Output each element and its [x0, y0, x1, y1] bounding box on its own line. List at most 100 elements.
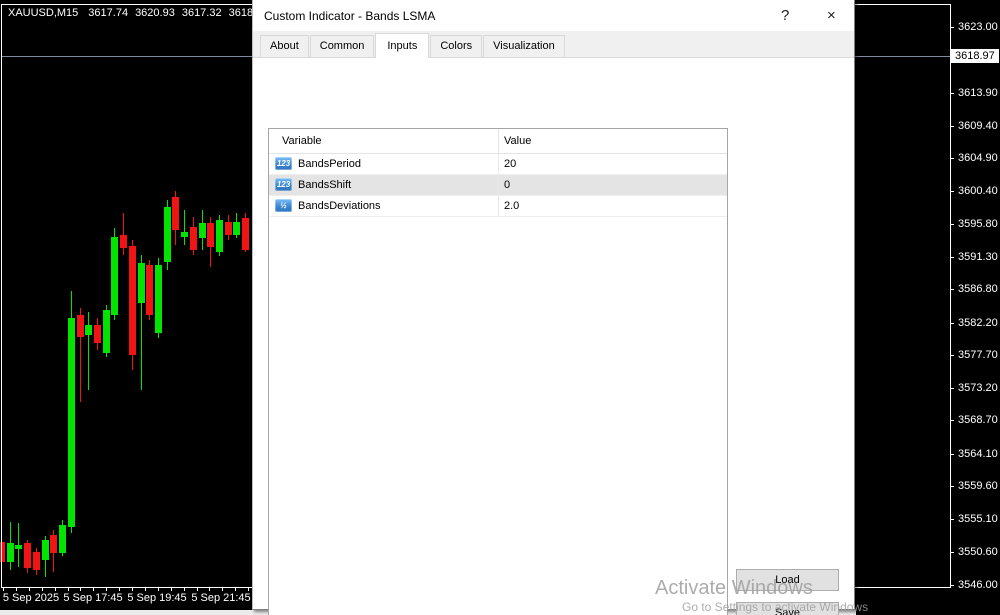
column-divider [498, 129, 499, 153]
candle [85, 324, 93, 335]
price-tick-label: 3604.90 [958, 152, 998, 164]
tab-colors[interactable]: Colors [430, 35, 483, 57]
time-tick [106, 588, 108, 591]
price-tick [951, 257, 954, 258]
candle [24, 543, 32, 569]
time-tick [54, 588, 56, 591]
price-tick [951, 191, 954, 192]
candle [76, 314, 84, 338]
candle [146, 264, 154, 315]
symbol-timeframe-label: XAUUSD,M15 [8, 7, 79, 19]
candle [216, 219, 223, 252]
candle-wick [184, 210, 186, 246]
time-tick [119, 588, 121, 591]
time-tick [235, 588, 237, 591]
column-header-variable: Variable [282, 135, 322, 147]
param-name-cell: BandsPeriod [298, 158, 361, 170]
candle [41, 540, 49, 561]
row-column-divider [498, 196, 499, 216]
param-name-cell: BandsDeviations [298, 200, 381, 212]
candle [198, 222, 206, 238]
time-tick [144, 588, 146, 591]
time-tick [67, 588, 69, 591]
time-tick [209, 588, 211, 591]
param-value-cell[interactable]: 20 [504, 158, 516, 170]
candle [233, 221, 241, 235]
indicator-dialog: Custom Indicator - Bands LSMA ? × About C… [252, 0, 855, 615]
candle [93, 324, 101, 343]
candle [155, 264, 162, 333]
price-tick [951, 158, 954, 159]
time-tick [41, 588, 43, 591]
price-tick-label: 3555.10 [958, 513, 998, 525]
low-value: 3617.32 [181, 7, 222, 19]
candle [181, 232, 189, 238]
help-button[interactable]: ? [781, 7, 789, 24]
price-tick [951, 93, 954, 94]
time-tick [196, 588, 198, 591]
candle [207, 222, 215, 248]
param-name-cell: BandsShift [298, 179, 352, 191]
current-price-badge: 3618.97 [951, 49, 999, 63]
row-column-divider [498, 175, 499, 195]
tab-visualization[interactable]: Visualization [483, 35, 565, 57]
time-tick-label: 5 Sep 2025 [2, 592, 60, 604]
candle [111, 237, 119, 315]
load-button[interactable]: Load [736, 569, 839, 591]
price-tick-label: 3600.40 [958, 185, 998, 197]
chart-frame-left [1, 4, 2, 588]
tab-common[interactable]: Common [309, 35, 375, 57]
price-tick-label: 3546.00 [958, 579, 998, 591]
time-tick [3, 588, 4, 591]
param-row[interactable]: ½ BandsDeviations 2.0 [269, 196, 727, 217]
price-tick [951, 420, 954, 421]
high-value: 3620.93 [135, 7, 175, 19]
price-axis[interactable]: 3623.003618.503613.903609.403604.903600.… [951, 0, 1000, 611]
candle [59, 524, 66, 554]
price-tick-label: 3623.00 [958, 21, 998, 33]
row-column-divider [498, 154, 499, 174]
time-tick [248, 588, 250, 591]
table-header-row: Variable Value [269, 129, 727, 154]
price-tick-label: 3559.60 [958, 480, 998, 492]
param-row[interactable]: 123 BandsPeriod 20 [269, 154, 727, 175]
price-tick [951, 486, 954, 487]
candle-wick [88, 311, 90, 391]
param-value-cell[interactable]: 2.0 [504, 200, 519, 212]
price-tick [951, 289, 954, 290]
tab-about[interactable]: About [260, 35, 309, 57]
price-tick-label: 3609.40 [958, 120, 998, 132]
candle [120, 235, 128, 248]
integer-param-icon: 123 [275, 178, 292, 191]
price-tick-label: 3568.70 [958, 414, 998, 426]
dialog-titlebar[interactable]: Custom Indicator - Bands LSMA ? × [253, 0, 854, 31]
open-value: 3617.74 [88, 7, 129, 19]
candle [128, 245, 136, 356]
price-tick-label: 3573.20 [958, 382, 998, 394]
candle [102, 309, 110, 354]
candle [242, 218, 250, 251]
candle [189, 227, 197, 251]
chart-ohlc-header: XAUUSD,M15 3617.74 3620.93 3617.32 3618.97 [8, 7, 275, 19]
time-tick [222, 588, 224, 591]
column-header-value: Value [504, 135, 532, 147]
close-icon[interactable]: × [827, 7, 836, 24]
save-button[interactable]: Save [736, 602, 839, 615]
candle [67, 318, 75, 527]
param-value-cell[interactable]: 0 [504, 179, 510, 191]
price-tick-label: 3613.90 [958, 87, 998, 99]
param-row[interactable]: 123 BandsShift 0 [269, 175, 727, 196]
tab-inputs[interactable]: Inputs [375, 33, 430, 58]
candle [163, 206, 171, 262]
candle [137, 263, 145, 304]
time-tick [28, 588, 30, 591]
time-tick-label: 5 Sep 19:45 [127, 592, 187, 604]
price-tick-label: 3586.80 [958, 283, 998, 295]
time-tick [157, 588, 159, 591]
inputs-tab-page: Variable Value 123 BandsPeriod 20 123 BandsS… [253, 58, 854, 615]
price-tick [951, 552, 954, 553]
time-tick [132, 588, 133, 591]
dialog-title: Custom Indicator - Bands LSMA [264, 9, 436, 23]
price-tick [951, 355, 954, 356]
price-tick-label: 3595.80 [958, 218, 998, 230]
